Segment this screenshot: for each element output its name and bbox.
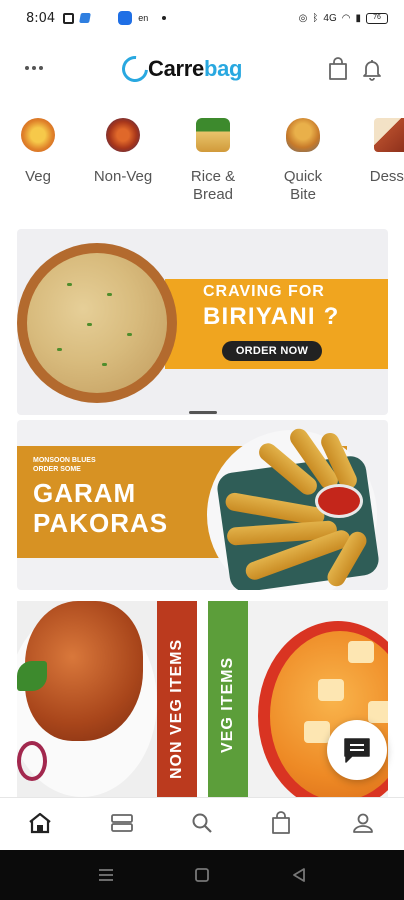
- banner-small-line1: MONSOON BLUES: [33, 457, 96, 464]
- dessert-icon: [374, 118, 404, 152]
- carrebag-logo: Carrebag: [116, 50, 243, 88]
- system-nav-bar: [0, 850, 404, 900]
- home-icon: [29, 812, 51, 834]
- nav-profile[interactable]: [348, 808, 378, 838]
- category-label: Quick Bite: [283, 168, 323, 203]
- system-back-button[interactable]: [290, 867, 308, 883]
- logo-text-part1: Carre: [148, 56, 204, 81]
- paneer-cube: [348, 641, 374, 663]
- garnish: [87, 323, 92, 326]
- biriyani-bowl-image: [17, 243, 177, 403]
- category-label: Veg: [25, 168, 51, 185]
- menu-lines-icon: [99, 869, 113, 881]
- search-icon: [192, 813, 212, 833]
- banner-small-line2: ORDER SOME: [33, 466, 81, 473]
- user-icon: [353, 813, 373, 833]
- quick-bite-icon: [286, 118, 320, 152]
- category-rice-bread[interactable]: Rice & Bread: [173, 118, 253, 204]
- garnish: [67, 283, 72, 286]
- notification-blue-icon: [79, 13, 92, 23]
- paneer-cube: [318, 679, 344, 701]
- bottom-nav: [0, 797, 404, 850]
- nav-cart[interactable]: [266, 808, 296, 838]
- more-dot-icon: [25, 66, 29, 70]
- logo-text-part2: bag: [203, 56, 243, 81]
- banner-big-line2: PAKORAS: [33, 508, 169, 538]
- banner-pakoras[interactable]: MONSOON BLUES ORDER SOME GARAM PAKORAS: [17, 420, 388, 590]
- ketchup-bowl-image: [315, 484, 363, 518]
- paneer-cube: [368, 701, 388, 723]
- vibrate-icon: ◎: [298, 12, 308, 24]
- signal-icon: ▮: [355, 12, 361, 24]
- category-label: Rice & Bread: [190, 168, 236, 203]
- non-veg-label: NON VEG ITEMS: [168, 638, 185, 779]
- garnish: [107, 293, 112, 296]
- bell-icon: [363, 60, 381, 81]
- square-icon: [195, 868, 209, 882]
- cart-button[interactable]: [323, 54, 353, 84]
- banner-big-line1: GARAM: [33, 478, 137, 508]
- garnish: [127, 333, 132, 336]
- veg-thali-icon: [21, 118, 55, 152]
- app-header: Carrebag: [0, 44, 404, 94]
- logo-text: Carrebag: [148, 56, 243, 82]
- nav-search[interactable]: [187, 808, 217, 838]
- nav-categories[interactable]: [107, 808, 137, 838]
- banner-biriyani[interactable]: CRAVING FOR BIRIYANI ? ORDER NOW: [17, 229, 388, 415]
- status-dot-icon: [162, 16, 167, 20]
- banner-line2: BIRIYANI ?: [203, 303, 340, 330]
- category-label: Desse: [369, 168, 404, 185]
- category-row: Veg Non-Veg Rice & Bread Quick Bite Dess…: [0, 118, 404, 218]
- status-time: 8:04: [26, 10, 56, 26]
- status-right-group: ◎ ᛒ 4G ◠ ▮ 76: [298, 12, 388, 24]
- back-triangle-icon: [293, 868, 305, 882]
- category-label: Non-Veg: [93, 168, 153, 185]
- veg-label: VEG ITEMS: [219, 656, 236, 753]
- battery-icon: 76: [366, 12, 388, 24]
- network-label: 4G: [323, 12, 337, 24]
- category-dessert[interactable]: Desse: [351, 118, 404, 186]
- rice-bread-icon: [196, 118, 230, 152]
- nav-home[interactable]: [25, 808, 55, 838]
- status-carrier: en: [138, 13, 149, 23]
- order-now-button[interactable]: ORDER NOW: [222, 341, 322, 361]
- banner-big-text: GARAM PAKORAS: [33, 478, 168, 538]
- onion-image: [17, 741, 47, 781]
- notification-app-icon: [63, 12, 75, 24]
- category-veg[interactable]: Veg: [0, 118, 78, 186]
- non-veg-plate-icon: [106, 118, 140, 152]
- shopping-bag-icon: [272, 811, 290, 834]
- carousel-indicator: [189, 411, 217, 414]
- notification-app2-icon: [118, 11, 133, 25]
- status-bar: 8:04 en ◎ ᛒ 4G ◠ ▮ 76: [0, 0, 404, 36]
- notifications-button[interactable]: [357, 54, 387, 84]
- category-quick-bite[interactable]: Quick Bite: [263, 118, 343, 204]
- banner-small-text: MONSOON BLUES ORDER SOME: [33, 456, 96, 474]
- garnish: [57, 348, 62, 351]
- chat-button[interactable]: [327, 720, 387, 780]
- tile-non-veg-items[interactable]: NON VEG ITEMS: [17, 601, 197, 801]
- shopping-bag-icon: [329, 57, 347, 80]
- system-home-button[interactable]: [193, 867, 211, 883]
- more-dot-icon: [32, 66, 36, 70]
- banner-line1: CRAVING FOR: [203, 283, 325, 300]
- system-recents-button[interactable]: [97, 867, 115, 883]
- chat-icon: [344, 738, 370, 763]
- garnish: [102, 363, 107, 366]
- bluetooth-icon: ᛒ: [312, 12, 319, 24]
- lettuce-image: [17, 661, 47, 691]
- layers-icon: [111, 814, 133, 832]
- paneer-cube: [304, 721, 330, 743]
- biriyani-rice: [27, 253, 167, 393]
- more-menu-button[interactable]: [20, 56, 48, 80]
- more-dot-icon: [39, 66, 43, 70]
- wifi-icon: ◠: [341, 12, 351, 24]
- category-non-veg[interactable]: Non-Veg: [83, 118, 163, 186]
